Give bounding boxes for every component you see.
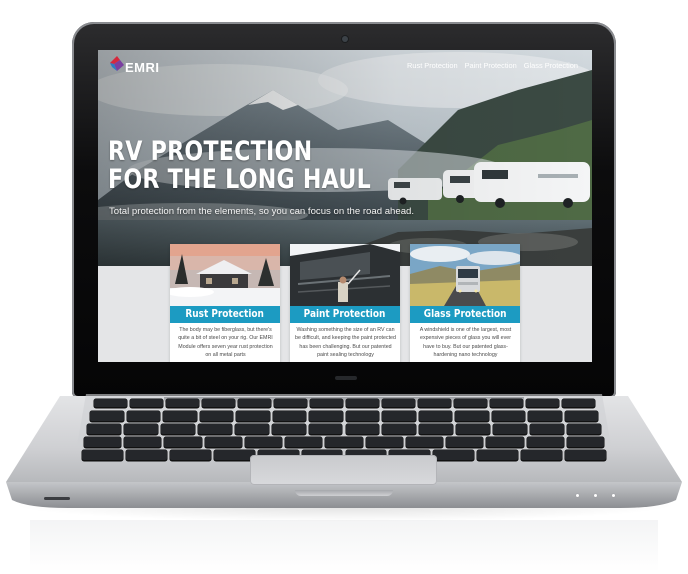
trackpad[interactable] bbox=[250, 455, 437, 485]
keyboard-key[interactable] bbox=[213, 450, 255, 461]
keyboard-key[interactable] bbox=[528, 411, 562, 422]
keyboard-key[interactable] bbox=[382, 424, 417, 435]
keyboard-key[interactable] bbox=[405, 437, 444, 448]
indicator-light bbox=[594, 494, 597, 497]
indicator-light bbox=[576, 494, 579, 497]
keyboard-key[interactable] bbox=[236, 411, 270, 422]
keyboard-key[interactable] bbox=[238, 399, 271, 408]
keyboard-key[interactable] bbox=[456, 424, 491, 435]
keyboard-key[interactable] bbox=[382, 411, 416, 422]
keyboard-key[interactable] bbox=[530, 424, 565, 435]
keyboard-key[interactable] bbox=[272, 411, 306, 422]
keyboard-key[interactable] bbox=[562, 399, 595, 408]
keyboard-key[interactable] bbox=[160, 424, 195, 435]
keyboard-key[interactable] bbox=[564, 411, 598, 422]
keyboard-key[interactable] bbox=[345, 411, 379, 422]
keyboard-key[interactable] bbox=[87, 424, 121, 435]
keyboard-key[interactable] bbox=[308, 424, 343, 435]
keyboard-key[interactable] bbox=[90, 411, 124, 422]
keyboard-key[interactable] bbox=[234, 424, 269, 435]
keyboard-key[interactable] bbox=[382, 399, 415, 408]
keyboard-key[interactable] bbox=[123, 424, 158, 435]
front-notch bbox=[295, 490, 393, 496]
keyboard-key[interactable] bbox=[84, 437, 122, 448]
keyboard-key[interactable] bbox=[493, 424, 528, 435]
keyboard-key[interactable] bbox=[567, 424, 601, 435]
keyboard-key[interactable] bbox=[164, 437, 202, 448]
keyboard-key[interactable] bbox=[309, 411, 343, 422]
keyboard-key[interactable] bbox=[490, 399, 523, 408]
keyboard-key[interactable] bbox=[285, 437, 323, 448]
keyboard-key[interactable] bbox=[271, 424, 306, 435]
keyboard-key[interactable] bbox=[124, 437, 162, 448]
keyboard-key[interactable] bbox=[565, 450, 606, 461]
keyboard-key[interactable] bbox=[244, 437, 283, 448]
keyboard-key[interactable] bbox=[126, 411, 160, 422]
keyboard-key[interactable] bbox=[486, 437, 524, 448]
front-port bbox=[44, 497, 70, 500]
keyboard-key[interactable] bbox=[345, 424, 380, 435]
keyboard-key[interactable] bbox=[455, 411, 489, 422]
indicator-light bbox=[612, 494, 615, 497]
keyboard-key[interactable] bbox=[166, 399, 199, 408]
keyboard-key[interactable] bbox=[325, 437, 363, 448]
keyboard-key[interactable] bbox=[94, 399, 127, 408]
keyboard-key[interactable] bbox=[197, 424, 232, 435]
keyboard-key[interactable] bbox=[566, 437, 604, 448]
keyboard-key[interactable] bbox=[169, 450, 211, 461]
keyboard-key[interactable] bbox=[418, 411, 452, 422]
keyboard-key[interactable] bbox=[365, 437, 403, 448]
keyboard-key[interactable] bbox=[125, 450, 167, 461]
keyboard-key[interactable] bbox=[130, 399, 163, 408]
keyboard-key[interactable] bbox=[526, 437, 564, 448]
keyboard-key[interactable] bbox=[346, 399, 379, 408]
keyboard-key[interactable] bbox=[418, 399, 451, 408]
keyboard-key[interactable] bbox=[199, 411, 233, 422]
keyboard-key[interactable] bbox=[419, 424, 454, 435]
keyboard-key[interactable] bbox=[274, 399, 307, 408]
keyboard-key[interactable] bbox=[202, 399, 235, 408]
keyboard-key[interactable] bbox=[454, 399, 487, 408]
keyboard-key[interactable] bbox=[446, 437, 484, 448]
keyboard-key[interactable] bbox=[491, 411, 525, 422]
keyboard bbox=[0, 0, 688, 574]
keyboard-key[interactable] bbox=[163, 411, 197, 422]
keyboard-key[interactable] bbox=[310, 399, 343, 408]
keyboard-key[interactable] bbox=[82, 450, 123, 461]
keyboard-key[interactable] bbox=[526, 399, 559, 408]
keyboard-key[interactable] bbox=[521, 450, 563, 461]
keyboard-key[interactable] bbox=[477, 450, 519, 461]
keyboard-key[interactable] bbox=[204, 437, 242, 448]
keyboard-key[interactable] bbox=[433, 450, 475, 461]
